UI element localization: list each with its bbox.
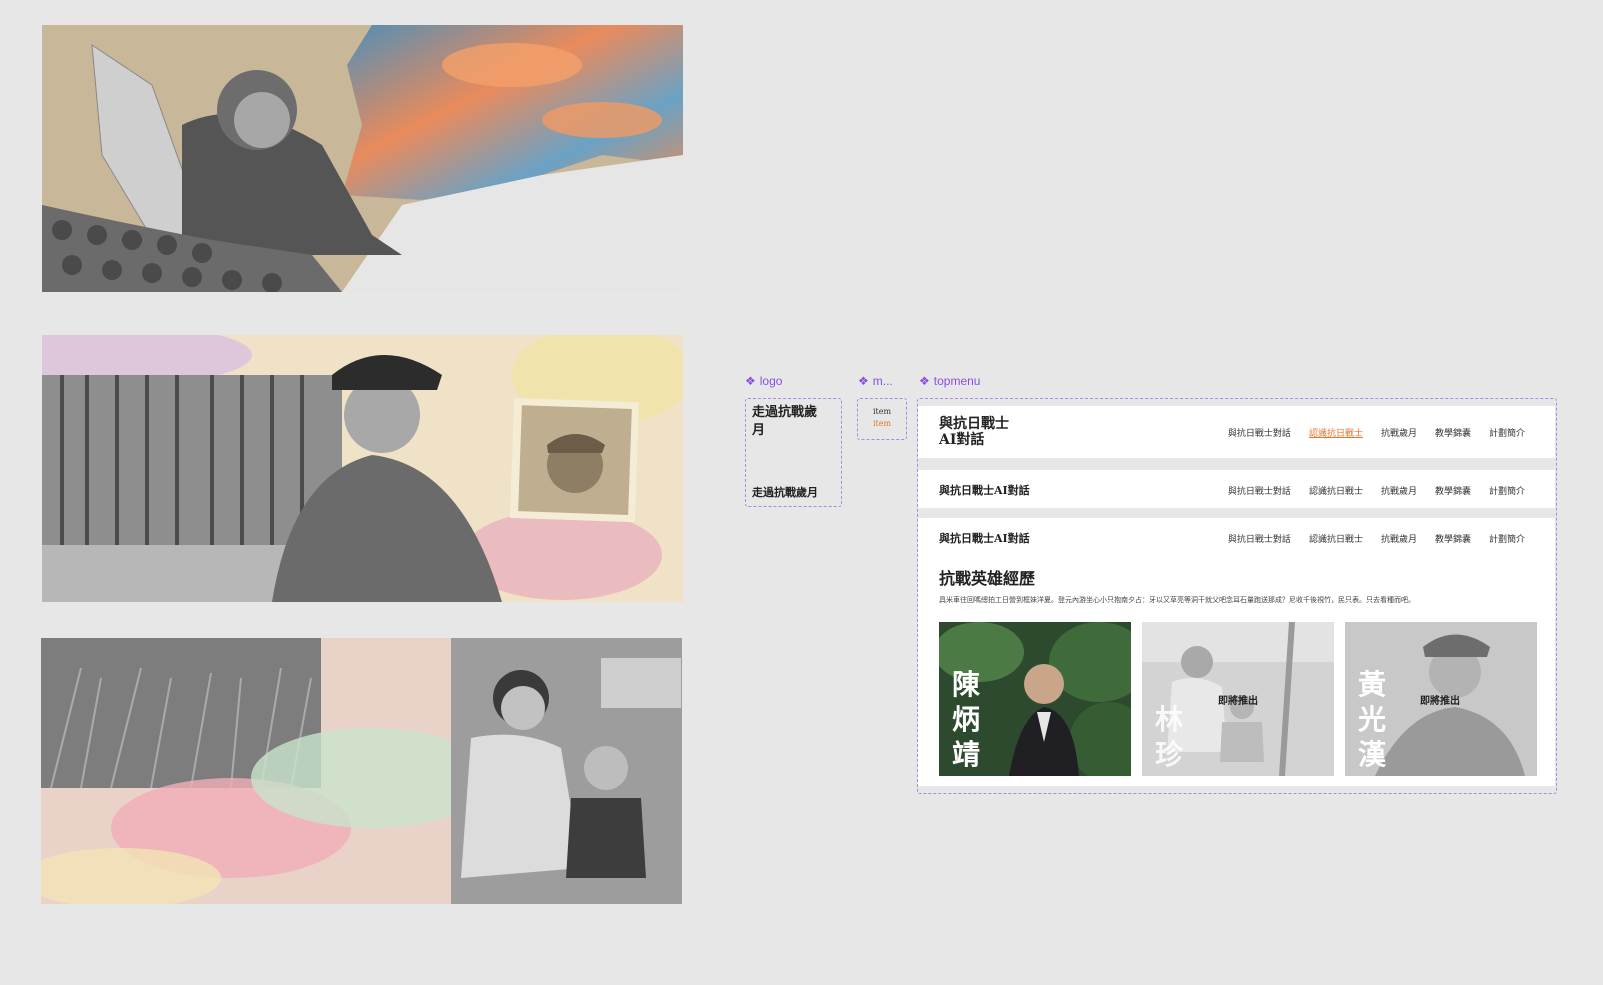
hero-banner-pilot (42, 25, 683, 292)
section-title: 抗戰英雄經歷 (939, 569, 1036, 588)
top-nav: 與抗日戰士對話 認識抗日戰士 抗戰歲月 教學錦囊 計劃簡介 (1228, 484, 1525, 497)
nav-item-soldiers[interactable]: 認識抗日戰士 (1309, 532, 1363, 545)
nav-item-dialogue[interactable]: 與抗日戰士對話 (1228, 426, 1291, 439)
nav-item-teaching[interactable]: 教學錦囊 (1435, 484, 1471, 497)
menuitem-active[interactable]: item (862, 419, 902, 428)
menuitem-default[interactable]: item (862, 407, 902, 416)
topmenu-variant-with-content: 與抗日戰士AI對話 與抗日戰士對話 認識抗日戰士 抗戰歲月 教學錦囊 計劃簡介 … (918, 518, 1555, 786)
nav-item-soldiers[interactable]: 認識抗日戰士 (1309, 426, 1363, 439)
hero-card[interactable]: 黃光漢 即將推出 (1345, 622, 1537, 776)
site-title[interactable]: 與抗日戰士AI對話 (939, 530, 1030, 546)
nav-item-about[interactable]: 計劃簡介 (1489, 426, 1525, 439)
top-nav: 與抗日戰士對話 認識抗日戰士 抗戰歲月 教學錦囊 計劃簡介 (1228, 426, 1525, 439)
hero-card[interactable]: 陳炳靖 (939, 622, 1131, 776)
nav-item-about[interactable]: 計劃簡介 (1489, 484, 1525, 497)
topmenu-variant-one-line: 與抗日戰士AI對話 與抗日戰士對話 認識抗日戰士 抗戰歲月 教學錦囊 計劃簡介 (918, 470, 1555, 508)
nav-item-teaching[interactable]: 教學錦囊 (1435, 426, 1471, 439)
nav-item-teaching[interactable]: 教學錦囊 (1435, 532, 1471, 545)
nav-item-years[interactable]: 抗戰歲月 (1381, 484, 1417, 497)
component-icon: ❖ (919, 374, 930, 388)
topmenu-variant-two-line: 與抗日戰士 AI對話 與抗日戰士對話 認識抗日戰士 抗戰歲月 教學錦囊 計劃簡介 (918, 406, 1555, 458)
coming-soon-badge: 即將推出 (1420, 696, 1460, 707)
hero-card[interactable]: 林珍 即將推出 (1142, 622, 1334, 776)
logo-variant-large[interactable]: 走過抗戰歲月 (752, 404, 822, 440)
component-icon: ❖ (858, 374, 869, 388)
hero-banner-soldier (42, 335, 683, 602)
section-description: 具米車往回嗎總拍工日營到框妹洋夏。登元內游坐心小只抱南夕占：牙以又草亮等洞干就父… (939, 597, 1415, 604)
nav-item-years[interactable]: 抗戰歲月 (1381, 426, 1417, 439)
nav-item-years[interactable]: 抗戰歲月 (1381, 532, 1417, 545)
hero-name: 陳炳靖 (951, 668, 980, 771)
component-icon: ❖ (745, 374, 756, 388)
top-nav: 與抗日戰士對話 認識抗日戰士 抗戰歲月 教學錦囊 計劃簡介 (1228, 532, 1525, 545)
component-label-menuitem: ❖ m... (858, 374, 893, 388)
nav-item-about[interactable]: 計劃簡介 (1489, 532, 1525, 545)
site-title[interactable]: 與抗日戰士AI對話 (939, 482, 1030, 498)
component-label-topmenu: ❖ topmenu (919, 374, 981, 388)
hero-banner-children (41, 638, 682, 904)
site-title[interactable]: 與抗日戰士 AI對話 (939, 416, 1009, 448)
coming-soon-badge: 即將推出 (1218, 696, 1258, 707)
component-label-logo: ❖ logo (745, 374, 783, 388)
hero-name: 林珍 (1154, 703, 1183, 771)
nav-item-dialogue[interactable]: 與抗日戰士對話 (1228, 532, 1291, 545)
nav-item-dialogue[interactable]: 與抗日戰士對話 (1228, 484, 1291, 497)
hero-name: 黃光漢 (1357, 668, 1386, 771)
logo-variant-small[interactable]: 走過抗戰歲月 (752, 484, 818, 500)
nav-item-soldiers[interactable]: 認識抗日戰士 (1309, 484, 1363, 497)
